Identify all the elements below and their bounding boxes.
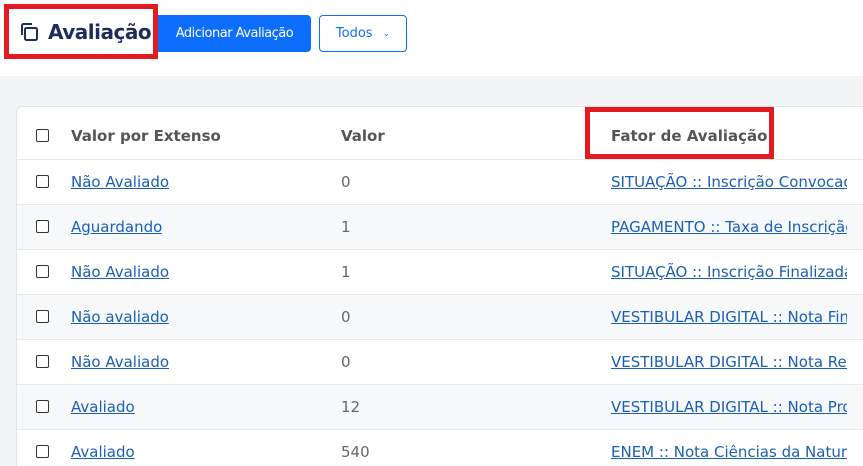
table-row: Não Avaliado 0 VESTIBULAR DIGITAL :: Not… (17, 340, 863, 385)
fator-link[interactable]: SITUAÇÃO :: Inscrição Finalizada (611, 263, 847, 281)
valor-cell: 1 (341, 218, 351, 236)
valor-extenso-link[interactable]: Não Avaliado (71, 263, 169, 281)
valor-extenso-link[interactable]: Avaliado (71, 443, 135, 461)
fator-link[interactable]: VESTIBULAR DIGITAL :: Nota Final (611, 308, 847, 326)
column-header-extenso[interactable]: Valor por Extenso (71, 127, 221, 145)
table-row: Não Avaliado 1 SITUAÇÃO :: Inscrição Fin… (17, 250, 863, 295)
valor-cell: 0 (341, 173, 351, 191)
valor-cell: 0 (341, 353, 351, 371)
valor-cell: 1 (341, 263, 351, 281)
filter-dropdown-button[interactable]: Todos ⌄ (319, 15, 407, 52)
page-header: Avaliação Adicionar Avaliação Todos ⌄ (0, 0, 863, 76)
row-checkbox[interactable] (36, 310, 49, 323)
valor-extenso-link[interactable]: Aguardando (71, 218, 162, 236)
page-title: Avaliação (48, 19, 152, 44)
row-checkbox[interactable] (36, 265, 49, 278)
table-row: Não Avaliado 0 SITUAÇÃO :: Inscrição Con… (17, 160, 863, 205)
table-row: Avaliado 540 ENEM :: Nota Ciências da Na… (17, 430, 863, 466)
valor-extenso-link[interactable]: Não Avaliado (71, 353, 169, 371)
add-evaluation-button[interactable]: Adicionar Avaliação (158, 15, 311, 52)
valor-extenso-link[interactable]: Não Avaliado (71, 173, 169, 191)
select-all-checkbox[interactable] (36, 129, 49, 142)
chevron-down-icon: ⌄ (382, 28, 391, 39)
row-checkbox[interactable] (36, 445, 49, 458)
evaluation-table: Valor por Extenso Valor Fator de Avaliaç… (16, 106, 863, 466)
fator-link[interactable]: VESTIBULAR DIGITAL :: Nota Redação (611, 353, 847, 371)
row-checkbox[interactable] (36, 400, 49, 413)
row-checkbox[interactable] (36, 220, 49, 233)
valor-cell: 540 (341, 443, 370, 461)
table-row: Avaliado 12 VESTIBULAR DIGITAL :: Nota P… (17, 385, 863, 430)
table-row: Aguardando 1 PAGAMENTO :: Taxa de Inscri… (17, 205, 863, 250)
valor-cell: 12 (341, 398, 361, 416)
valor-extenso-link[interactable]: Avaliado (71, 398, 135, 416)
table-row: Não avaliado 0 VESTIBULAR DIGITAL :: Not… (17, 295, 863, 340)
copy-icon (18, 21, 40, 43)
fator-column-highlight-box (585, 107, 774, 159)
fator-link[interactable]: SITUAÇÃO :: Inscrição Convocada (611, 173, 847, 191)
fator-link[interactable]: ENEM :: Nota Ciências da Natureza (611, 443, 847, 461)
title-highlight-box: Avaliação (4, 4, 158, 59)
column-header-valor[interactable]: Valor (341, 127, 385, 145)
fator-link[interactable]: PAGAMENTO :: Taxa de Inscrição (611, 218, 847, 236)
valor-extenso-link[interactable]: Não avaliado (71, 308, 169, 326)
row-checkbox[interactable] (36, 175, 49, 188)
fator-link[interactable]: VESTIBULAR DIGITAL :: Nota Prova (611, 398, 847, 416)
filter-label: Todos (335, 26, 373, 41)
valor-cell: 0 (341, 308, 351, 326)
row-checkbox[interactable] (36, 355, 49, 368)
